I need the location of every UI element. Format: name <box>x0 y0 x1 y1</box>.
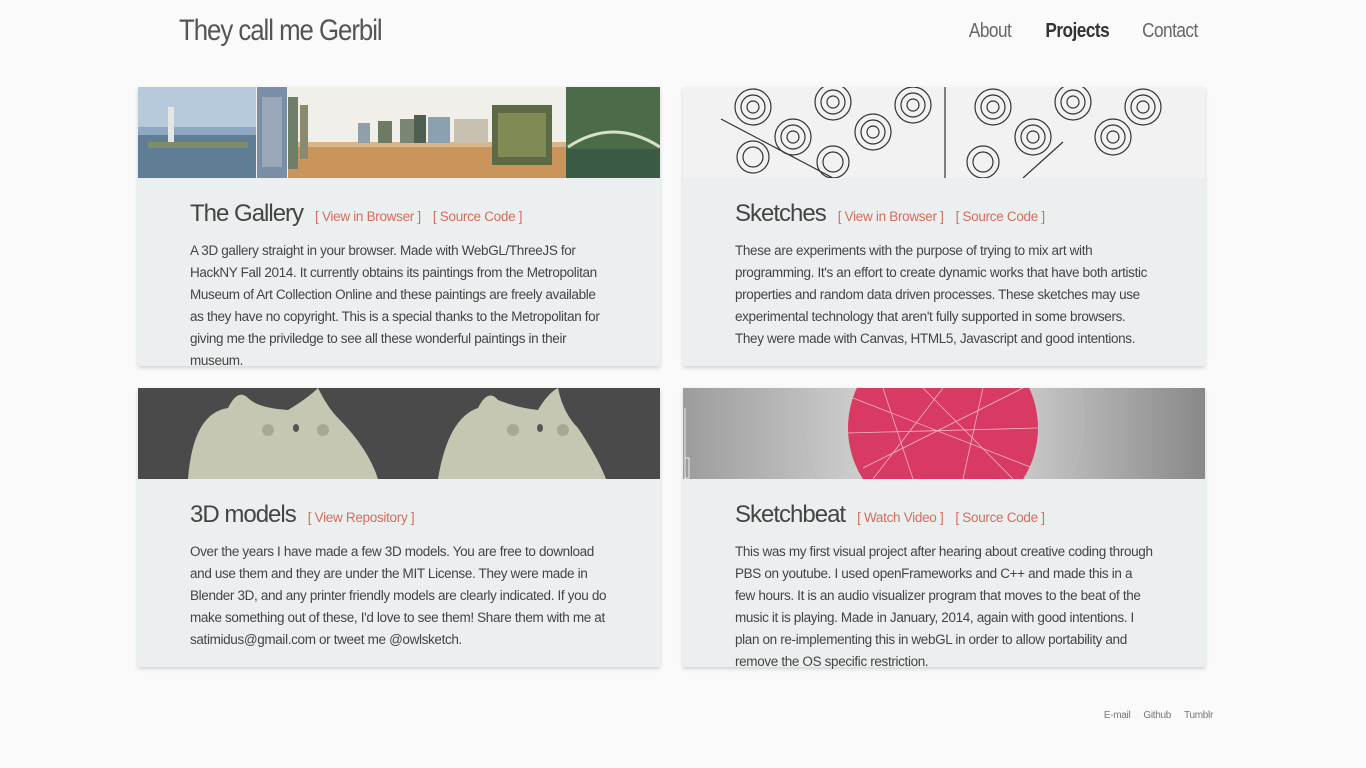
project-card-sketchbeat: Sketchbeat [ Watch Video ] [ Source Code… <box>683 388 1205 669</box>
footer-links: E-mail Github Tumblr <box>1104 710 1213 721</box>
view-in-browser-link[interactable]: [ View in Browser ] <box>838 209 944 224</box>
project-title: The Gallery <box>190 200 304 227</box>
view-repository-link[interactable]: [ View Repository ] <box>308 510 415 525</box>
project-card-sketches: Sketches [ View in Browser ] [ Source Co… <box>683 87 1205 366</box>
view-in-browser-link[interactable]: [ View in Browser ] <box>315 209 421 224</box>
site-title[interactable]: They call me Gerbil <box>179 14 383 48</box>
source-code-link[interactable]: [ Source Code ] <box>433 209 523 224</box>
nav-about[interactable]: About <box>969 20 1012 43</box>
project-description: A 3D gallery straight in your browser. M… <box>190 243 600 368</box>
project-title: 3D models <box>190 501 297 528</box>
project-card-3d-models: 3D models [ View Repository ] Over the y… <box>138 388 660 667</box>
project-description: This was my first visual project after h… <box>735 544 1153 669</box>
sketchbeat-banner-image[interactable] <box>683 388 1205 479</box>
project-card-gallery: The Gallery [ View in Browser ] [ Source… <box>138 87 660 368</box>
project-title: Sketchbeat <box>735 501 846 528</box>
source-code-link[interactable]: [ Source Code ] <box>955 510 1045 525</box>
footer-github-link[interactable]: Github <box>1143 710 1171 721</box>
3d-models-banner-image[interactable] <box>138 388 660 479</box>
watch-video-link[interactable]: [ Watch Video ] <box>857 510 944 525</box>
footer-email-link[interactable]: E-mail <box>1104 710 1131 721</box>
main-nav: About Projects Contact <box>962 20 1199 43</box>
nav-projects[interactable]: Projects <box>1046 20 1110 43</box>
project-description: These are experiments with the purpose o… <box>735 243 1148 346</box>
nav-contact[interactable]: Contact <box>1142 20 1198 43</box>
project-description: Over the years I have made a few 3D mode… <box>190 544 607 647</box>
footer-tumblr-link[interactable]: Tumblr <box>1184 710 1213 721</box>
project-title: Sketches <box>735 200 827 227</box>
gallery-banner-image[interactable] <box>138 87 660 178</box>
sketches-banner-image[interactable] <box>683 87 1205 178</box>
source-code-link[interactable]: [ Source Code ] <box>956 209 1046 224</box>
